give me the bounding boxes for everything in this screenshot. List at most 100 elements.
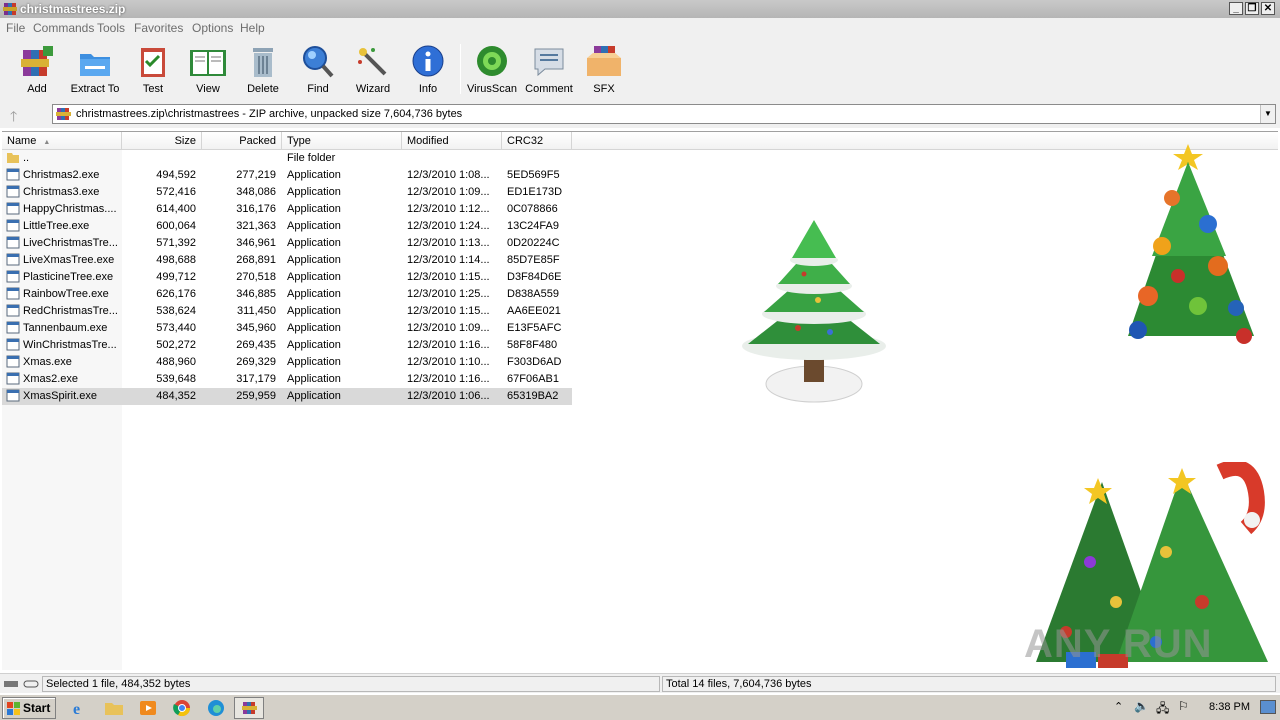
- winrar-taskbar-button[interactable]: [234, 697, 264, 719]
- explorer-folder-icon[interactable]: [102, 698, 126, 718]
- volume-icon[interactable]: 🔈: [1134, 699, 1149, 713]
- find-button[interactable]: Find: [289, 44, 347, 100]
- show-desktop-icon[interactable]: [1260, 700, 1276, 714]
- file-row[interactable]: .. File folder: [2, 150, 572, 167]
- test-button[interactable]: Test: [124, 44, 182, 100]
- file-packed: 269,329: [236, 356, 276, 368]
- menu-commands[interactable]: Commands: [33, 21, 94, 35]
- file-row[interactable]: WinChristmasTre... 502,272 269,435 Applicat…: [2, 337, 572, 354]
- action-center-flag-icon[interactable]: ⚐: [1178, 699, 1189, 713]
- header-name[interactable]: Name ▲: [2, 132, 122, 150]
- address-bar[interactable]: christmastrees.zip\christmastrees - ZIP …: [52, 104, 1276, 124]
- file-name: Tannenbaum.exe: [23, 322, 108, 334]
- chevron-down-icon[interactable]: ▼: [1260, 105, 1275, 123]
- header-crc32[interactable]: CRC32: [502, 132, 572, 150]
- file-row[interactable]: LiveChristmasTre... 571,392 346,961 Applica…: [2, 235, 572, 252]
- file-size: 488,960: [156, 356, 196, 368]
- file-crc32: 67F06AB1: [507, 373, 559, 385]
- file-row[interactable]: Tannenbaum.exe 573,440 345,960 Application 1…: [2, 320, 572, 337]
- media-player-icon[interactable]: [136, 698, 160, 718]
- file-row[interactable]: PlasticineTree.exe 499,712 270,518 Applicat…: [2, 269, 572, 286]
- menu-favorites[interactable]: Favorites: [134, 21, 183, 35]
- comment-button[interactable]: Comment: [520, 44, 578, 100]
- file-row[interactable]: LittleTree.exe 600,064 321,363 Application 1…: [2, 218, 572, 235]
- start-button[interactable]: Start: [2, 697, 56, 719]
- file-modified: 12/3/2010 1:08...: [407, 169, 490, 181]
- menu-tools[interactable]: Tools: [97, 21, 125, 35]
- menu-help[interactable]: Help: [240, 21, 265, 35]
- header-modified[interactable]: Modified: [402, 132, 502, 150]
- file-name: XmasSpirit.exe: [23, 390, 97, 402]
- file-packed: 348,086: [236, 186, 276, 198]
- application-icon: [6, 270, 20, 283]
- header-type-label: Type: [287, 135, 311, 147]
- close-button[interactable]: ✕: [1261, 2, 1275, 15]
- ie-icon[interactable]: e: [68, 698, 92, 718]
- header-packed[interactable]: Packed: [202, 132, 282, 150]
- file-packed: 268,891: [236, 254, 276, 266]
- folder-icon: [7, 153, 19, 163]
- christmas-tree-3d-image: [742, 220, 886, 403]
- file-row[interactable]: XmasSpirit.exe 484,352 259,959 Application 1…: [2, 388, 572, 405]
- info-button[interactable]: Info: [399, 44, 457, 100]
- minimize-button[interactable]: _: [1229, 2, 1243, 15]
- file-packed: 311,450: [237, 305, 276, 317]
- show-hidden-icons-icon[interactable]: ⌃: [1114, 700, 1123, 713]
- file-size: 572,416: [156, 186, 196, 198]
- add-button[interactable]: Add: [8, 44, 66, 100]
- header-name-label: Name: [7, 135, 37, 147]
- up-arrow-icon[interactable]: 🡑: [10, 106, 32, 124]
- edge-icon[interactable]: [204, 698, 228, 718]
- extract-folder-icon: [80, 54, 110, 76]
- wizard-button[interactable]: Wizard: [344, 44, 402, 100]
- view-button[interactable]: View: [179, 44, 237, 100]
- menu-options[interactable]: Options: [192, 21, 233, 35]
- file-name: RedChristmasTre...: [23, 305, 118, 317]
- start-label: Start: [23, 701, 51, 715]
- file-row[interactable]: Xmas2.exe 539,648 317,179 Application 12/3/2…: [2, 371, 572, 388]
- file-size: 571,392: [156, 237, 196, 249]
- file-crc32: 58F8F480: [507, 339, 558, 351]
- menu-file[interactable]: File: [6, 21, 25, 35]
- header-type[interactable]: Type: [282, 132, 402, 150]
- file-modified: 12/3/2010 1:10...: [407, 356, 490, 368]
- file-row[interactable]: Xmas.exe 488,960 269,329 Application 12/3/20…: [2, 354, 572, 371]
- file-row[interactable]: RedChristmasTre... 538,624 311,450 Applicat…: [2, 303, 572, 320]
- application-icon: [6, 355, 20, 368]
- file-crc32: 13C24FA9: [507, 220, 559, 232]
- file-row[interactable]: RainbowTree.exe 626,176 346,885 Application…: [2, 286, 572, 303]
- network-icon[interactable]: 🖧: [1156, 699, 1169, 720]
- file-type: Application: [287, 237, 341, 249]
- file-modified: 12/3/2010 1:06...: [407, 390, 490, 402]
- file-size: 484,352: [156, 390, 196, 402]
- clock[interactable]: 8:38 PM: [1209, 701, 1250, 713]
- file-size: 626,176: [156, 288, 196, 300]
- application-icon: [6, 236, 20, 249]
- header-size[interactable]: Size: [122, 132, 202, 150]
- drive-link-icon: [4, 680, 39, 688]
- file-packed: 259,959: [236, 390, 276, 402]
- file-row[interactable]: HappyChristmas.... 614,400 316,176 Applicat…: [2, 201, 572, 218]
- file-row[interactable]: Christmas3.exe 572,416 348,086 Application 1…: [2, 184, 572, 201]
- extract-to-button[interactable]: Extract To: [66, 44, 124, 100]
- sfx-button[interactable]: SFX: [575, 44, 633, 100]
- virusscan-button[interactable]: VirusScan: [463, 44, 521, 100]
- restore-button[interactable]: ❐: [1245, 2, 1259, 15]
- file-name: Xmas2.exe: [23, 373, 79, 385]
- file-name: Xmas.exe: [23, 356, 72, 368]
- application-icon: [6, 168, 20, 181]
- header-crc32-label: CRC32: [507, 135, 544, 147]
- extract-to-label: Extract To: [70, 83, 120, 95]
- view-label: View: [196, 83, 220, 95]
- file-type: Application: [287, 288, 341, 300]
- winrar-icon: [242, 702, 257, 714]
- delete-button[interactable]: Delete: [234, 44, 292, 100]
- file-row[interactable]: LiveXmasTree.exe 498,688 268,891 Applicatio…: [2, 252, 572, 269]
- file-packed: 346,885: [236, 288, 276, 300]
- info-icon: [412, 45, 444, 77]
- file-name: Christmas3.exe: [23, 186, 100, 198]
- file-row[interactable]: Christmas2.exe 494,592 277,219 Application 1…: [2, 167, 572, 184]
- file-size: 502,272: [156, 339, 196, 351]
- chrome-icon[interactable]: [170, 698, 194, 718]
- file-modified: 12/3/2010 1:09...: [407, 322, 490, 334]
